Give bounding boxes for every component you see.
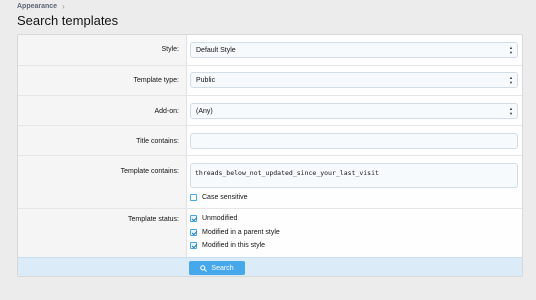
template-status-label: Template status: [128,216,179,223]
status-unmodified-label: Unmodified [202,215,238,222]
addon-row: Add-on: (Any) ▲ ▼ [18,96,522,126]
select-arrows-icon: ▲ ▼ [509,45,513,55]
template-type-select-value: Public [196,76,216,84]
breadcrumb: Appearance › [17,2,65,11]
title-contains-row: Title contains: [18,126,522,156]
status-modified-this-label: Modified in this style [202,242,266,249]
style-select-value: Default Style [196,46,236,54]
status-modified-parent-checkbox[interactable]: Modified in a parent style [190,229,280,236]
template-contains-textarea[interactable]: threads_below_not_updated_since_your_las… [190,163,518,188]
style-select[interactable]: Default Style ▲ ▼ [190,42,518,58]
search-button[interactable]: Search [189,261,245,275]
checkbox-checked-icon [190,229,197,236]
case-sensitive-label: Case sensitive [202,194,248,201]
checkbox-unchecked-icon [190,194,197,201]
template-type-row: Template type: Public ▲ ▼ [18,66,522,96]
template-contains-label: Template contains: [120,168,179,175]
addon-select-value: (Any) [196,107,213,115]
status-unmodified-checkbox[interactable]: Unmodified [190,215,237,222]
breadcrumb-item-appearance[interactable]: Appearance [17,3,57,10]
template-type-select[interactable]: Public ▲ ▼ [190,72,518,88]
template-contains-row: Template contains: threads_below_not_upd… [18,156,522,209]
select-arrows-icon: ▲ ▼ [509,106,513,116]
chevron-right-icon: › [62,2,65,11]
title-contains-input[interactable] [190,133,518,149]
style-row: Style: Default Style ▲ ▼ [18,35,522,66]
style-label: Style: [161,46,179,53]
search-button-label: Search [211,264,234,272]
status-modified-this-checkbox[interactable]: Modified in this style [190,242,265,249]
addon-select[interactable]: (Any) ▲ ▼ [190,103,518,119]
template-type-label: Template type: [133,77,179,84]
status-modified-parent-label: Modified in a parent style [202,229,280,236]
case-sensitive-checkbox[interactable]: Case sensitive [190,194,248,201]
form-footer: Search [18,257,522,276]
checkbox-checked-icon [190,215,197,222]
search-icon [200,264,208,272]
page-title: Search templates [17,13,119,28]
search-form: Style: Default Style ▲ ▼ Template type: P… [17,34,523,277]
addon-label: Add-on: [154,108,179,115]
select-arrows-icon: ▲ ▼ [509,75,513,85]
template-status-row: Template status: Unmodified Modified in … [18,209,522,257]
checkbox-checked-icon [190,242,197,249]
title-contains-label: Title contains: [136,138,179,145]
